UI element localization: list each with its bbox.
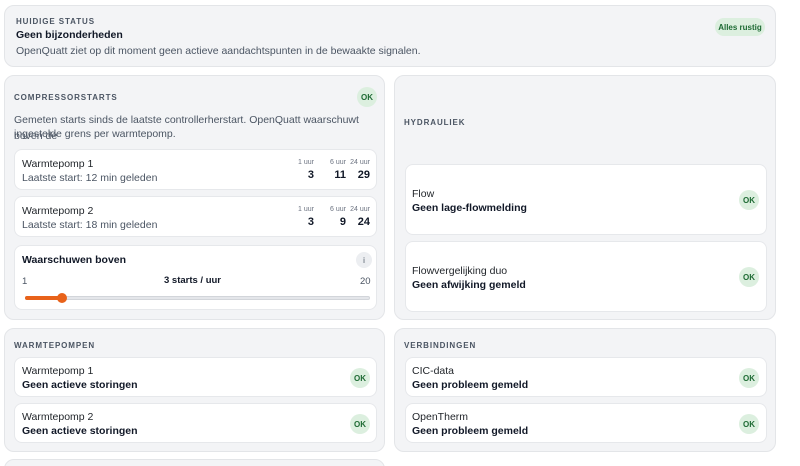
hydraulics-card: HYDRAULIEK Flow Geen lage-flowmelding OK… [394,75,776,320]
ok-badge: OK [739,267,759,287]
stat-value: 3 [307,216,314,228]
status-section-title: HUIDIGE STATUS [16,17,95,26]
stat-value: 3 [307,169,314,181]
item-status: Geen afwijking gemeld [412,279,526,291]
threshold-panel: Waarschuwen boven i 1 3 starts / uur 20 [14,245,377,310]
slider-thumb[interactable] [57,293,68,303]
heatpump-item: Warmtepomp 2 Geen actieve storingen OK [14,403,377,443]
stat-label: 24 uur [350,159,370,166]
pump-last-start: Laatste start: 18 min geleden [22,219,158,231]
item-status: Geen probleem gemeld [412,379,529,391]
item-title: CIC-data [412,365,455,377]
compressor-description-line2: ingestelde grens per warmtepomp. [14,128,176,140]
stat-value: 29 [357,169,370,181]
item-title: Warmtepomp 1 [22,365,94,377]
item-title: Flow [412,188,435,200]
hydraulics-item: Flowvergelijking duo Geen afwijking geme… [405,241,767,312]
connections-card: VERBINDINGEN CIC-data Geen probleem geme… [394,328,776,452]
stat-label: 24 uur [350,206,370,213]
status-headline: Geen bijzonderheden [16,29,123,41]
starts-1h: 1 uur 3 [286,206,314,228]
stat-label: 1 uur [298,159,314,166]
item-title: OpenTherm [412,411,469,423]
ok-badge: OK [739,414,759,434]
pump-last-start: Laatste start: 12 min geleden [22,172,158,184]
connections-section-title: VERBINDINGEN [404,341,477,350]
item-title: Flowvergelijking duo [412,265,508,277]
item-status: Geen actieve storingen [22,379,138,391]
ok-badge: OK [739,190,759,210]
ok-badge: OK [350,368,370,388]
info-icon[interactable]: i [356,252,372,268]
item-status: Geen lage-flowmelding [412,202,527,214]
starts-24h: 24 uur 29 [342,159,370,181]
hydraulics-section-title: HYDRAULIEK [404,118,466,127]
heatpumps-section-title: WARMTEPOMPEN [14,341,96,350]
hydraulics-item: Flow Geen lage-flowmelding OK [405,164,767,235]
threshold-value: 3 starts / uur [163,275,222,286]
pump-name: Warmtepomp 2 [22,205,94,217]
status-badge: Alles rustig [715,18,765,36]
item-title: Warmtepomp 2 [22,411,94,423]
item-status: Geen probleem gemeld [412,425,529,437]
compressor-section-title: COMPRESSORSTARTS [14,93,118,102]
compressor-card: COMPRESSORSTARTS OK Gemeten starts sinds… [4,75,385,320]
heatpump-item: Warmtepomp 1 Geen actieve storingen OK [14,357,377,397]
threshold-min: 1 [22,276,28,287]
stat-value: 24 [357,216,370,228]
stat-label: 1 uur [298,206,314,213]
ok-badge: OK [350,414,370,434]
threshold-title: Waarschuwen boven [22,254,127,266]
item-status: Geen actieve storingen [22,425,138,437]
next-card [4,459,385,466]
threshold-slider[interactable] [25,293,370,303]
starts-1h: 1 uur 3 [286,159,314,181]
starts-24h: 24 uur 24 [342,206,370,228]
connection-item: CIC-data Geen probleem gemeld OK [405,357,767,397]
compressor-pump-row: Warmtepomp 1 Laatste start: 12 min geled… [14,149,377,190]
compressor-ok-badge: OK [357,87,377,107]
status-description: OpenQuatt ziet op dit moment geen actiev… [16,45,421,57]
ok-badge: OK [739,368,759,388]
status-card: HUIDIGE STATUS Geen bijzonderheden OpenQ… [4,5,776,67]
connection-item: OpenTherm Geen probleem gemeld OK [405,403,767,443]
pump-name: Warmtepomp 1 [22,158,94,170]
threshold-max: 20 [360,276,371,287]
heatpumps-card: WARMTEPOMPEN Warmtepomp 1 Geen actieve s… [4,328,385,452]
compressor-pump-row: Warmtepomp 2 Laatste start: 18 min geled… [14,196,377,237]
